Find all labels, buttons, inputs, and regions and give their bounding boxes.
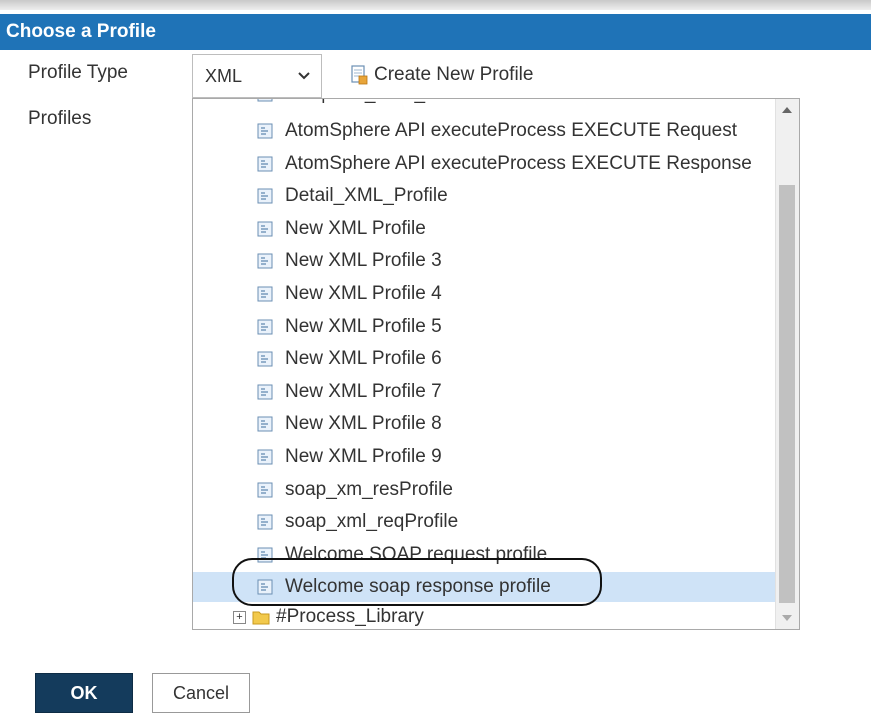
list-item[interactable]: New XML Profile 9	[193, 442, 775, 472]
create-new-profile-label: Create New Profile	[374, 64, 534, 85]
xml-profile-icon	[257, 123, 273, 139]
xml-profile-icon	[257, 384, 273, 400]
folder-icon	[252, 611, 270, 625]
list-item-label: AtomSphere API executeProcess EXECUTE Re…	[285, 120, 737, 141]
list-item-label: New XML Profile 6	[285, 348, 442, 370]
xml-profile-icon	[257, 156, 273, 172]
list-item[interactable]: New XML Profile	[193, 214, 775, 244]
list-item-label: Detail_XML_Profile	[285, 185, 448, 207]
list-item[interactable]: New XML Profile 7	[193, 377, 775, 407]
list-item[interactable]: API | Res_XML_Profile	[193, 99, 775, 109]
list-item[interactable]: New XML Profile 3	[193, 246, 775, 276]
list-item-label: soap_xml_reqProfile	[285, 511, 459, 533]
xml-profile-icon	[257, 482, 273, 498]
list-item-label: soap_xm_resProfile	[285, 478, 453, 500]
list-item[interactable]: New XML Profile 8	[193, 409, 775, 439]
xml-profile-icon	[257, 319, 273, 335]
folder-label: #Process_Library	[276, 606, 424, 627]
dialog-title: Choose a Profile	[0, 14, 871, 50]
cancel-button[interactable]: Cancel	[152, 673, 250, 713]
list-item-label: New XML Profile	[285, 217, 426, 239]
list-item[interactable]: AtomSphere API executeProcess EXECUTE Re…	[193, 149, 775, 179]
list-item-label: New XML Profile 9	[285, 446, 442, 467]
xml-profile-icon	[257, 351, 273, 367]
create-new-profile-link[interactable]: Create New Profile	[350, 64, 533, 86]
profiles-label: Profiles	[28, 108, 92, 129]
xml-profile-icon	[257, 416, 273, 432]
profile-type-value: XML	[205, 66, 243, 86]
list-item[interactable]: soap_xml_reqProfile	[193, 507, 775, 537]
xml-profile-icon	[257, 253, 273, 269]
xml-profile-icon	[257, 514, 273, 530]
ok-button[interactable]: OK	[35, 673, 133, 713]
vertical-scrollbar[interactable]	[775, 99, 799, 629]
list-item[interactable]: New XML Profile 6	[193, 344, 775, 374]
profile-type-select[interactable]: XML	[192, 54, 322, 98]
xml-profile-icon	[257, 449, 273, 465]
list-item[interactable]: Welcome SOAP request profile	[193, 540, 775, 570]
xml-profile-icon	[257, 286, 273, 302]
xml-profile-icon	[257, 99, 273, 102]
list-item-label: Welcome soap response profile	[285, 576, 551, 598]
chevron-down-icon	[298, 72, 310, 80]
list-item-label: New XML Profile 5	[285, 315, 442, 337]
expand-icon[interactable]: +	[233, 610, 246, 624]
list-item[interactable]: New XML Profile 5	[193, 312, 775, 342]
new-document-icon	[351, 65, 368, 85]
window-top-edge	[0, 0, 871, 10]
list-item-label: Welcome SOAP request profile	[285, 543, 548, 565]
xml-profile-icon	[257, 579, 273, 595]
xml-profile-icon	[257, 221, 273, 237]
scroll-up-arrow-icon[interactable]	[782, 107, 792, 113]
list-item[interactable]: New XML Profile 4	[193, 279, 775, 309]
profiles-tree[interactable]: API | Res_XML_Profile AtomSphere API exe…	[192, 98, 800, 630]
list-item-label: AtomSphere API executeProcess EXECUTE Re…	[285, 152, 752, 174]
list-item[interactable]: AtomSphere API executeProcess EXECUTE Re…	[193, 116, 775, 146]
list-item[interactable]: Welcome soap response profile	[193, 572, 775, 603]
list-item-label: New XML Profile 4	[285, 283, 442, 304]
list-item[interactable]: Detail_XML_Profile	[193, 181, 775, 211]
xml-profile-icon	[257, 188, 273, 204]
scroll-down-arrow-icon[interactable]	[782, 615, 792, 621]
list-item-label: New XML Profile 3	[285, 250, 442, 272]
list-item-label: New XML Profile 8	[285, 413, 442, 435]
folder-process-library[interactable]: + #Process_Library	[233, 605, 424, 629]
profile-type-label: Profile Type	[28, 62, 128, 83]
scroll-thumb[interactable]	[779, 185, 795, 603]
xml-profile-icon	[257, 547, 273, 563]
list-item-label: New XML Profile 7	[285, 380, 442, 402]
list-item-label: API | Res_XML_Profile	[285, 99, 479, 109]
list-item[interactable]: soap_xm_resProfile	[193, 475, 775, 505]
